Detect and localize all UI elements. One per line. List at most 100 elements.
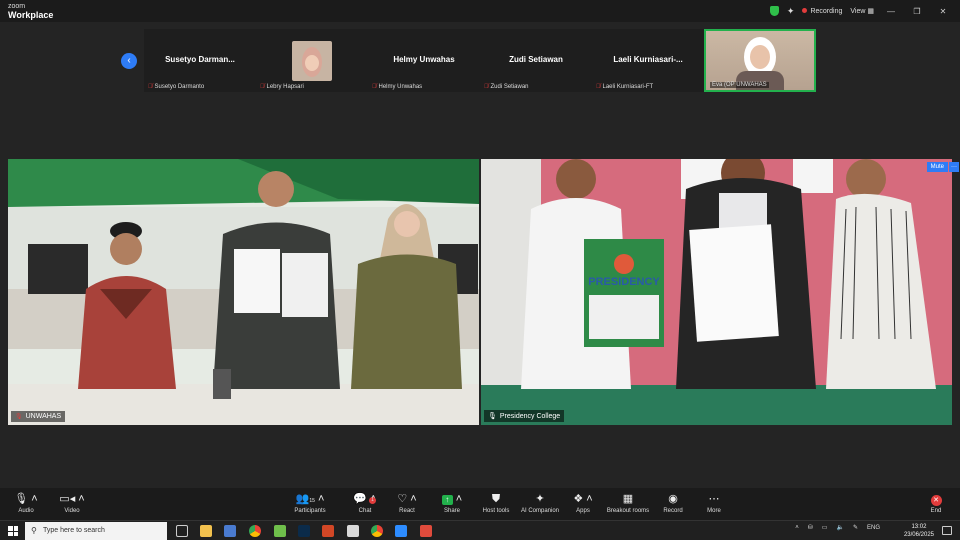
more-button[interactable]: ⋯ More xyxy=(688,493,740,514)
chat-label: Chat xyxy=(358,508,372,514)
participant-label: Lebry Hapsari xyxy=(266,84,304,90)
video-feed-left xyxy=(8,159,479,425)
mute-participant-button[interactable]: Mute xyxy=(926,162,948,172)
restore-button[interactable]: ❐ xyxy=(908,7,926,16)
participant-video xyxy=(292,41,332,81)
encryption-shield-icon[interactable] xyxy=(769,6,779,16)
participant-tile[interactable]: Helmy Unwahas 🎙̸ Helmy Unwahas xyxy=(368,29,480,92)
zoom-icon[interactable] xyxy=(395,525,407,537)
minimize-button[interactable]: — xyxy=(882,7,900,16)
participant-tile[interactable]: 🎙̸ Lebry Hapsari xyxy=(256,29,368,92)
computer-icon[interactable] xyxy=(224,525,236,537)
video-label: Video xyxy=(64,508,80,514)
folder-title: PRESIDENCY xyxy=(588,276,660,288)
participant-name: Susetyo Darman... xyxy=(165,55,235,64)
video-editor-icon[interactable] xyxy=(347,525,359,537)
end-button[interactable]: ✕ End xyxy=(910,493,960,514)
video-label: 🎙 UNWAHAS xyxy=(11,411,66,422)
file-explorer-icon[interactable] xyxy=(200,525,212,537)
audio-label: Audio xyxy=(18,508,34,514)
participant-label: Helmy Unwahas xyxy=(378,84,423,90)
participants-button[interactable]: 👥15 ˄ Participants xyxy=(284,493,336,514)
video-label-text: Presidency College xyxy=(499,412,561,420)
participant-tile[interactable]: Susetyo Darman... 🎙̸ Susetyo Darmanto xyxy=(144,29,256,92)
record-dot-icon xyxy=(802,7,808,13)
video-feed-right: PRESIDENCY xyxy=(481,159,952,425)
camera-icon: ▭◂ ˄ xyxy=(59,493,85,505)
language-indicator[interactable]: ENG xyxy=(867,525,880,531)
participant-tile[interactable]: Zudi Setiawan 🎙̸ Zudi Setiawan xyxy=(480,29,592,92)
video-button[interactable]: ▭◂ ˄ Video xyxy=(46,493,98,514)
video-unwahas[interactable]: 🎙 UNWAHAS xyxy=(8,159,479,425)
notification-icon[interactable] xyxy=(942,526,952,535)
audio-button[interactable]: 🎙 ˄ Audio xyxy=(0,493,52,514)
participant-label: Eva (OP UNWAHAS xyxy=(712,82,767,88)
more-icon: ⋯ xyxy=(708,493,720,505)
taskbar-search-input[interactable]: ⚲ Type here to search xyxy=(25,522,167,540)
maps-icon[interactable] xyxy=(274,525,286,537)
search-icon: ⚲ xyxy=(31,526,37,535)
volume-icon[interactable]: 🔈 xyxy=(836,524,843,531)
system-tray: ˄ ⛁ ▭ 🔈 ✎ ENG xyxy=(795,524,880,532)
more-options-button[interactable]: ··· xyxy=(949,162,959,172)
recording-label: Recording xyxy=(810,7,843,15)
network-icon[interactable]: ⛁ xyxy=(808,524,813,531)
apps-label: Apps xyxy=(576,508,590,514)
chrome-icon[interactable] xyxy=(249,525,261,537)
breakout-label: Breakout rooms xyxy=(606,508,650,514)
search-placeholder: Type here to search xyxy=(43,527,105,534)
participant-label: Laeli Kurniasari-FT xyxy=(602,84,654,90)
more-label: More xyxy=(707,508,721,514)
windows-start-icon[interactable] xyxy=(8,526,18,536)
task-view-icon[interactable] xyxy=(176,525,188,537)
participant-name: Helmy Unwahas xyxy=(393,55,455,64)
app-icon[interactable] xyxy=(420,525,432,537)
zoom-logo: zoom Workplace xyxy=(8,2,53,20)
share-label: Share xyxy=(443,508,460,514)
logo-bottom: Workplace xyxy=(8,10,54,20)
mic-muted-icon: 🎙̸ xyxy=(372,84,377,90)
participants-icon: 👥15 ˄ xyxy=(295,493,325,505)
participant-name: Zudi Setiawan xyxy=(509,55,563,64)
clock-date: 23/06/2025 xyxy=(903,532,934,538)
end-label: End xyxy=(930,508,942,514)
pen-icon[interactable]: ✎ xyxy=(853,524,858,531)
title-bar: zoom Workplace ✦ Recording View ▦ — ❐ ✕ xyxy=(0,0,960,22)
meeting-toolbar: 🎙 ˄ Audio ▭◂ ˄ Video 👥15 ˄ Participants 1 💬 … xyxy=(0,488,960,520)
close-button[interactable]: ✕ xyxy=(934,7,952,16)
microphone-icon: 🎙 ˄ xyxy=(14,493,38,505)
chat-badge: 1 xyxy=(369,497,376,504)
mic-muted-icon: 🎙̸ xyxy=(596,84,601,90)
participants-count: 15 xyxy=(309,498,315,504)
participant-tile-active[interactable]: Eva (OP UNWAHAS xyxy=(704,29,816,92)
clock-time: 13:02 xyxy=(911,524,927,530)
powerpoint-icon[interactable] xyxy=(322,525,334,537)
video-presidency[interactable]: PRESIDENCY 🎙 Presidency College xyxy=(481,159,952,425)
chrome-icon-2[interactable] xyxy=(371,525,383,537)
mic-icon: 🎙 xyxy=(15,414,23,420)
participant-label: Susetyo Darmanto xyxy=(154,84,205,90)
battery-icon[interactable]: ▭ xyxy=(822,524,828,531)
photoshop-icon[interactable] xyxy=(298,525,310,537)
ai-companion-label: AI Companion xyxy=(520,508,560,514)
view-button[interactable]: View ▦ xyxy=(850,7,874,15)
recording-indicator[interactable]: Recording xyxy=(802,7,843,15)
participant-name: Laeli Kurniasari-... xyxy=(613,55,683,64)
host-tools-label: Host tools xyxy=(482,508,510,514)
participant-tile[interactable]: Laeli Kurniasari-... 🎙̸ Laeli Kurniasari-… xyxy=(592,29,704,92)
taskbar-clock[interactable]: 13:02 23/06/2025 xyxy=(904,523,934,539)
grid-view-icon: ▦ xyxy=(867,8,874,15)
video-label-text: UNWAHAS xyxy=(25,413,62,420)
participants-label: Participants xyxy=(294,508,326,514)
react-label: React xyxy=(399,508,415,514)
view-label: View xyxy=(850,8,866,15)
zoom-window: zoom Workplace ✦ Recording View ▦ — ❐ ✕ … xyxy=(0,0,960,520)
video-label: 🎙 Presidency College xyxy=(484,410,565,422)
mic-muted-icon: 🎙̸ xyxy=(260,84,265,90)
mic-muted-icon: 🎙̸ xyxy=(484,84,489,90)
ai-companion-icon[interactable]: ✦ xyxy=(787,6,795,17)
chevron-up-icon[interactable]: ˄ xyxy=(795,525,799,531)
previous-page-button[interactable]: ‹ xyxy=(121,53,137,69)
participant-label: Zudi Setiawan xyxy=(490,84,529,90)
windows-taskbar: ⚲ Type here to search ˄ ⛁ ▭ 🔈 ✎ ENG 13:02… xyxy=(0,520,960,540)
